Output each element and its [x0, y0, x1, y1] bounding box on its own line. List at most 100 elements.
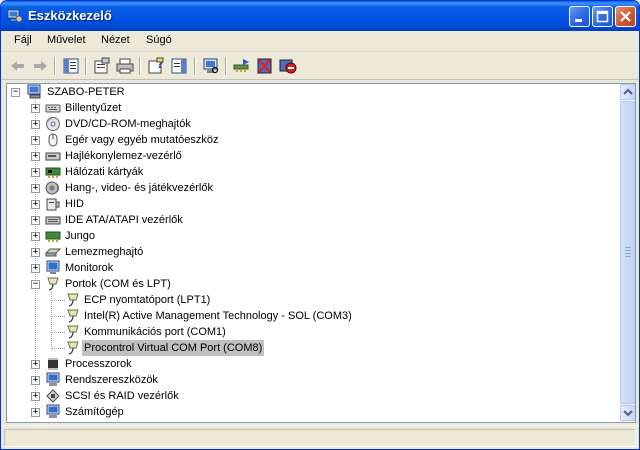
update-driver-icon	[233, 59, 249, 72]
expand-toggle[interactable]: +	[31, 376, 40, 385]
tree-item-label: Hang-, video- és játékvezérlők	[65, 182, 213, 194]
close-icon	[620, 11, 631, 22]
tree-item-hid[interactable]: + HID	[7, 196, 607, 212]
tree-item-computer[interactable]: + Számítógép	[7, 404, 607, 420]
minimize-button[interactable]	[569, 6, 590, 27]
tree-root[interactable]: − SZABO-PETER	[7, 84, 607, 100]
collapse-toggle[interactable]: −	[31, 280, 40, 289]
menu-bar: Fájl Művelet Nézet Súgó	[1, 31, 639, 52]
status-bar	[1, 425, 639, 449]
collapse-toggle[interactable]: −	[11, 88, 20, 97]
scan-hardware-button[interactable]	[200, 56, 222, 76]
properties-button[interactable]	[91, 56, 113, 76]
floppy-controller-icon	[45, 152, 61, 161]
tree-item-ide[interactable]: + IDE ATA/ATAPI vezérlők	[7, 212, 607, 228]
tree-item-jungo[interactable]: + Jungo	[7, 228, 607, 244]
expand-toggle[interactable]: +	[31, 232, 40, 241]
help-button[interactable]: ?	[145, 56, 167, 76]
expand-toggle[interactable]: +	[31, 168, 40, 177]
port-icon	[67, 325, 79, 339]
forward-icon	[34, 61, 47, 71]
tree-root-label: SZABO-PETER	[47, 86, 125, 98]
properties-icon	[94, 57, 110, 74]
title-bar[interactable]: Eszközkezelő	[1, 1, 639, 31]
expand-toggle[interactable]: +	[31, 216, 40, 225]
expand-toggle[interactable]: +	[31, 152, 40, 161]
tree-item-mouse[interactable]: + Egér vagy egyéb mutatóeszköz	[7, 132, 607, 148]
disable-button[interactable]	[277, 56, 299, 76]
action-pane-button[interactable]	[168, 56, 190, 76]
computer-icon	[46, 404, 60, 418]
monitor-icon	[46, 260, 60, 274]
toolbar-separator	[194, 57, 196, 75]
tree-item-keyboard[interactable]: + Billentyűzet	[7, 100, 607, 116]
vertical-scrollbar[interactable]	[620, 84, 635, 422]
tree-item-floppy-controller[interactable]: + Hajlékonylemez-vezérlő	[7, 148, 607, 164]
keyboard-icon	[45, 104, 61, 113]
tree-item-label: Processzorok	[65, 358, 132, 370]
device-manager-window: Eszközkezelő Fájl Művelet Nézet Súgó ? −…	[0, 0, 640, 450]
tree-item-label: SCSI és RAID vezérlők	[65, 390, 179, 402]
tree-item-label-selected: Procontrol Virtual COM Port (COM8)	[82, 340, 265, 356]
print-button[interactable]	[114, 56, 136, 76]
menu-view[interactable]: Nézet	[101, 34, 130, 46]
scroll-down-button[interactable]	[620, 405, 635, 421]
processor-icon	[48, 358, 58, 370]
tree-item-label: Lemezmeghajtó	[65, 246, 144, 258]
tree-item-processors[interactable]: + Processzorok	[7, 356, 607, 372]
close-button[interactable]	[615, 6, 636, 27]
expand-toggle[interactable]: +	[31, 200, 40, 209]
tree-item-scsi-raid[interactable]: + SCSI és RAID vezérlők	[7, 388, 607, 404]
menu-action[interactable]: Művelet	[47, 34, 86, 46]
scroll-thumb[interactable]	[620, 101, 635, 404]
arrow-up-icon	[623, 88, 633, 95]
update-driver-button[interactable]	[231, 56, 253, 76]
maximize-button[interactable]	[592, 6, 613, 27]
tree-item-monitors[interactable]: + Monitorok	[7, 260, 607, 276]
uninstall-icon	[257, 58, 272, 74]
forward-button[interactable]	[29, 56, 51, 76]
tree-item-sound[interactable]: + Hang-, video- és játékvezérlők	[7, 180, 607, 196]
port-icon	[67, 293, 79, 307]
menu-help[interactable]: Súgó	[146, 34, 172, 46]
tree-item-disk-drive[interactable]: + Lemezmeghajtó	[7, 244, 607, 260]
device-tree[interactable]: − SZABO-PETER + Billentyűzet + DVD/CD-RO…	[6, 83, 636, 423]
expand-toggle[interactable]: +	[31, 408, 40, 417]
tree-item-com8[interactable]: Procontrol Virtual COM Port (COM8)	[7, 340, 607, 356]
sound-icon	[45, 181, 59, 195]
tree-item-label: DVD/CD-ROM-meghajtók	[65, 118, 191, 130]
tree-item-ports[interactable]: − Portok (COM és LPT)	[7, 276, 607, 292]
console-tree-button[interactable]	[60, 56, 82, 76]
tree-item-dvd-cdrom[interactable]: + DVD/CD-ROM-meghajtók	[7, 116, 607, 132]
tree-item-network[interactable]: + Hálózati kártyák	[7, 164, 607, 180]
computer-icon	[27, 84, 41, 99]
toolbar-separator	[139, 57, 141, 75]
expand-toggle[interactable]: +	[31, 136, 40, 145]
back-button[interactable]	[7, 56, 29, 76]
tree-item-label: Billentyűzet	[65, 102, 122, 114]
uninstall-button[interactable]	[254, 56, 276, 76]
expand-toggle[interactable]: +	[31, 360, 40, 369]
expand-toggle[interactable]: +	[31, 104, 40, 113]
action-pane-icon	[171, 58, 187, 74]
tree-item-label: Kommunikációs port (COM1)	[84, 326, 226, 338]
system-device-icon	[46, 372, 60, 386]
scroll-up-button[interactable]	[620, 84, 635, 100]
print-icon	[116, 58, 134, 74]
expand-toggle[interactable]: +	[31, 248, 40, 257]
grip-icon	[625, 247, 631, 257]
expand-toggle[interactable]: +	[31, 392, 40, 401]
tree-item-com1[interactable]: Kommunikációs port (COM1)	[7, 324, 607, 340]
expand-toggle[interactable]: +	[31, 264, 40, 273]
expand-toggle[interactable]: +	[31, 120, 40, 129]
minimize-icon	[575, 19, 582, 22]
status-panel	[4, 429, 636, 447]
tree-item-system-devices[interactable]: + Rendszereszközök	[7, 372, 607, 388]
tree-item-lpt1[interactable]: ECP nyomtatóport (LPT1)	[7, 292, 607, 308]
network-card-icon	[45, 167, 61, 178]
maximize-icon	[596, 10, 609, 23]
menu-file[interactable]: Fájl	[14, 34, 32, 46]
tree-item-label: Jungo	[65, 230, 95, 242]
tree-item-com3[interactable]: Intel(R) Active Management Technology - …	[7, 308, 607, 324]
expand-toggle[interactable]: +	[31, 184, 40, 193]
